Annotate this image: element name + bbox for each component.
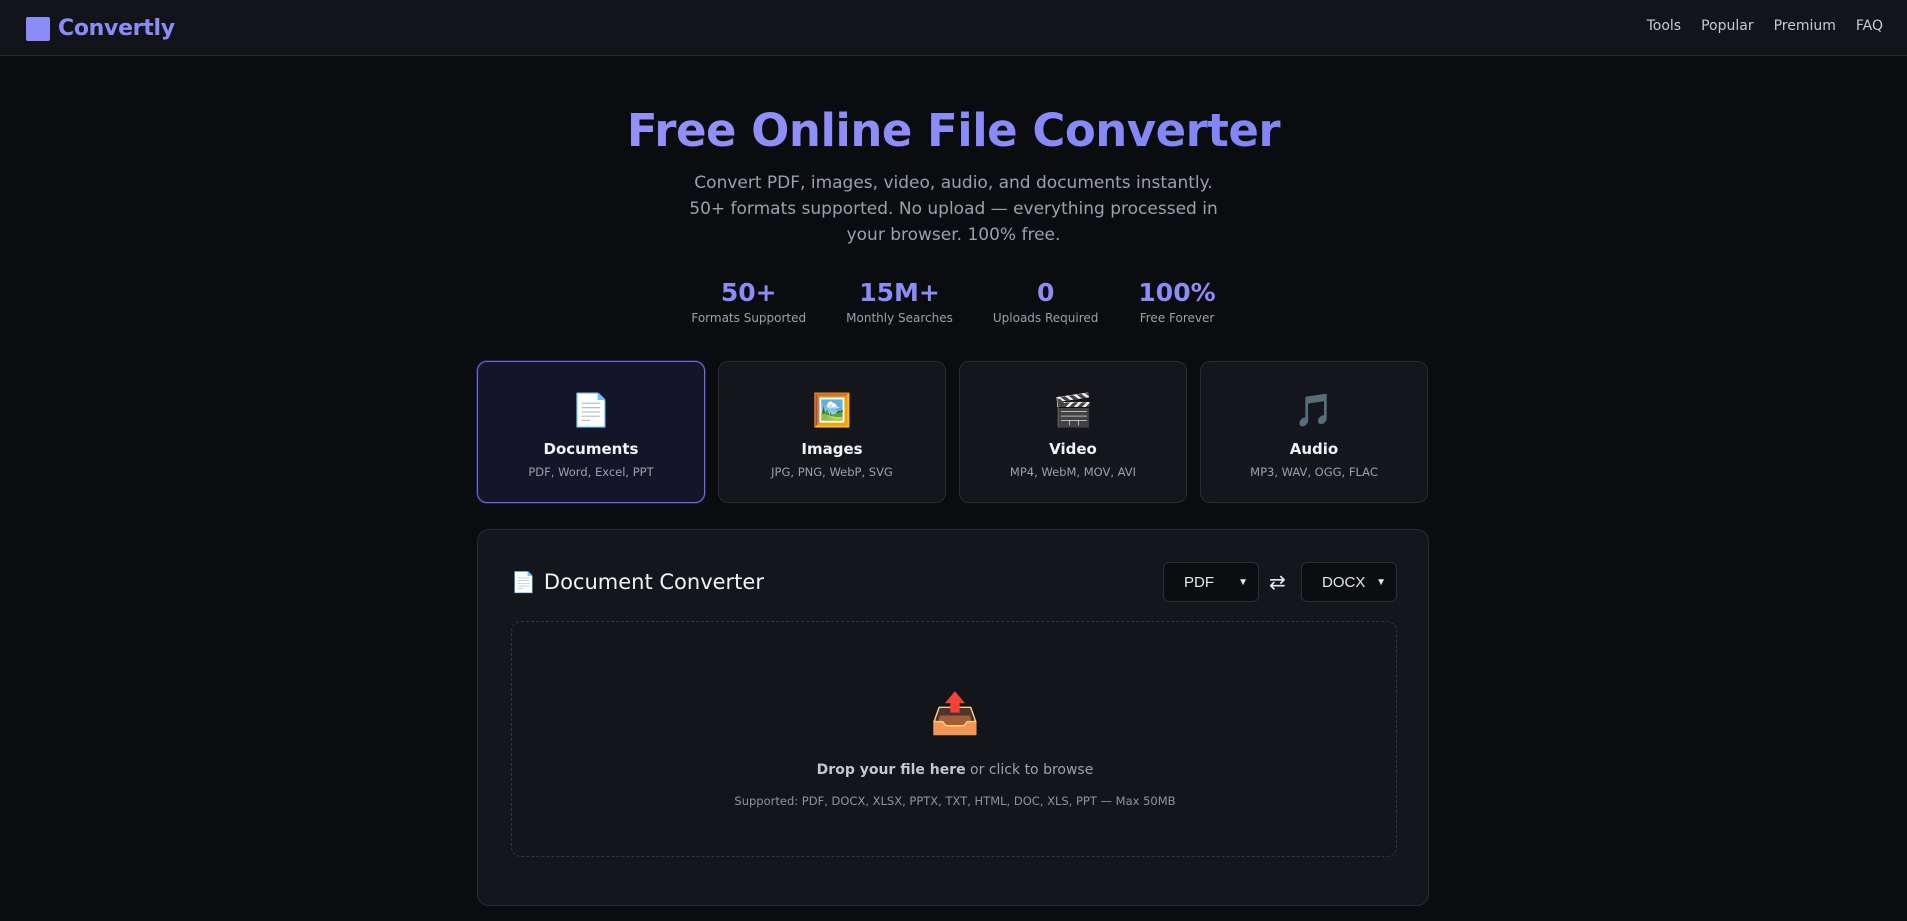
- stats-row: 50+ Formats Supported 15M+ Monthly Searc…: [0, 277, 1907, 325]
- stat-label: Formats Supported: [691, 311, 807, 325]
- document-icon: 📄: [571, 391, 611, 429]
- nav-link-tools[interactable]: Tools: [1647, 18, 1682, 34]
- card-title: Video: [1049, 440, 1097, 458]
- drop-instructions: Drop your file here or click to browse: [512, 762, 1398, 778]
- upload-tray-icon: 📤: [930, 691, 980, 737]
- stat-free: 100% Free Forever: [1118, 277, 1235, 325]
- clapper-icon: 🎬: [1053, 391, 1093, 429]
- chevron-down-icon: ▼: [1376, 576, 1386, 588]
- card-title: Documents: [543, 440, 639, 458]
- document-icon: 📄: [511, 570, 536, 594]
- from-format-value: PDF: [1184, 573, 1214, 591]
- stat-uploads: 0 Uploads Required: [973, 277, 1119, 325]
- music-note-icon: 🎵: [1294, 391, 1334, 429]
- drop-instructions-rest: or click to browse: [965, 762, 1094, 778]
- nav-link-faq[interactable]: FAQ: [1856, 18, 1883, 34]
- stat-searches: 15M+ Monthly Searches: [826, 277, 973, 325]
- category-card-audio[interactable]: 🎵 Audio MP3, WAV, OGG, FLAC: [1200, 361, 1428, 503]
- hero-subtitle: Convert PDF, images, video, audio, and d…: [689, 173, 1218, 245]
- top-navbar: Convertly Tools Popular Premium FAQ: [0, 0, 1907, 56]
- file-dropzone[interactable]: 📤 Drop your file here or click to browse…: [511, 621, 1397, 857]
- drop-instructions-bold: Drop your file here: [816, 762, 966, 778]
- stat-formats: 50+ Formats Supported: [671, 277, 826, 325]
- image-icon: 🖼️: [812, 391, 852, 429]
- nav-link-premium[interactable]: Premium: [1774, 18, 1836, 34]
- category-card-documents[interactable]: 📄 Documents PDF, Word, Excel, PPT: [477, 361, 705, 503]
- category-cards: 📄 Documents PDF, Word, Excel, PPT 🖼️ Ima…: [477, 361, 1429, 503]
- converter-title-text: Document Converter: [543, 570, 764, 594]
- document-converter-panel: 📄 Document Converter PDF ▼ ⇄ DOCX ▼ 📤 Dr…: [477, 529, 1429, 906]
- category-card-images[interactable]: 🖼️ Images JPG, PNG, WebP, SVG: [718, 361, 946, 503]
- to-format-value: DOCX: [1322, 573, 1366, 591]
- card-desc: MP3, WAV, OGG, FLAC: [1250, 465, 1378, 479]
- converter-title: 📄 Document Converter: [511, 570, 764, 594]
- logo-square-icon: [26, 16, 50, 41]
- hero-title: Free Online File Converter: [0, 104, 1907, 157]
- category-card-video[interactable]: 🎬 Video MP4, WebM, MOV, AVI: [959, 361, 1187, 503]
- to-format-select[interactable]: DOCX ▼: [1301, 562, 1397, 602]
- card-title: Images: [801, 440, 863, 458]
- brand-logo[interactable]: Convertly: [26, 16, 175, 41]
- card-desc: MP4, WebM, MOV, AVI: [1009, 465, 1137, 479]
- card-desc: PDF, Word, Excel, PPT: [528, 465, 654, 479]
- nav-links: Tools Popular Premium FAQ: [1647, 18, 1883, 34]
- stat-value: 15M+: [859, 278, 940, 307]
- supported-formats-text: Supported: PDF, DOCX, XLSX, PPTX, TXT, H…: [734, 794, 1176, 808]
- stat-label: Uploads Required: [992, 311, 1099, 325]
- from-format-select[interactable]: PDF ▼: [1163, 562, 1259, 602]
- brand-name: Convertly: [58, 16, 175, 41]
- stat-value: 100%: [1138, 278, 1216, 307]
- swap-formats-icon[interactable]: ⇄: [1269, 570, 1286, 594]
- stat-value: 0: [1036, 278, 1055, 307]
- nav-link-popular[interactable]: Popular: [1701, 18, 1754, 34]
- card-desc: JPG, PNG, WebP, SVG: [771, 465, 893, 479]
- stat-value: 50+: [720, 278, 777, 307]
- chevron-down-icon: ▼: [1238, 576, 1248, 588]
- stat-label: Free Forever: [1139, 311, 1215, 325]
- stat-label: Monthly Searches: [846, 311, 953, 325]
- card-title: Audio: [1289, 440, 1339, 458]
